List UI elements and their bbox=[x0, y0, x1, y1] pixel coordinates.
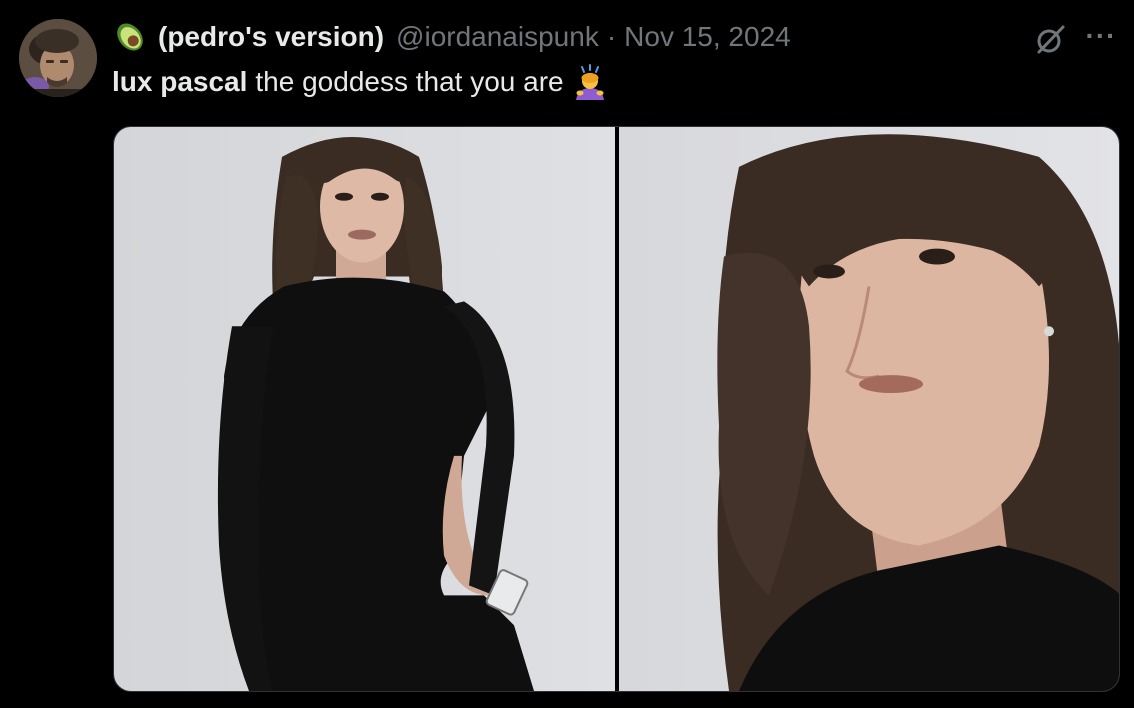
grok-icon[interactable] bbox=[1033, 23, 1067, 57]
more-options-icon[interactable]: ··· bbox=[1085, 22, 1117, 54]
photo-close-up[interactable] bbox=[619, 127, 1119, 691]
separator-dot: · bbox=[606, 21, 617, 52]
mention-text: lux pascal bbox=[112, 66, 248, 97]
photo-full-length[interactable] bbox=[114, 127, 615, 691]
tweet-text: lux pascal the goddess that you are bbox=[112, 60, 608, 104]
avocado-icon bbox=[117, 23, 143, 51]
photo-full-length-image bbox=[114, 127, 615, 691]
tweet: (pedro's version) @iordanaispunk · Nov 1… bbox=[0, 0, 1134, 708]
avatar[interactable] bbox=[19, 19, 97, 97]
media-grid bbox=[113, 126, 1120, 692]
display-name[interactable]: (pedro's version) bbox=[158, 17, 384, 57]
person-bowing-icon bbox=[575, 64, 604, 100]
user-handle[interactable]: @iordanaispunk bbox=[396, 17, 599, 57]
photo-close-up-image bbox=[619, 127, 1119, 691]
tweet-body-text: the goddess that you are bbox=[255, 66, 564, 97]
avatar-image bbox=[19, 19, 97, 97]
timestamp[interactable]: Nov 15, 2024 bbox=[624, 17, 791, 57]
tweet-header: (pedro's version) @iordanaispunk · Nov 1… bbox=[112, 17, 791, 57]
